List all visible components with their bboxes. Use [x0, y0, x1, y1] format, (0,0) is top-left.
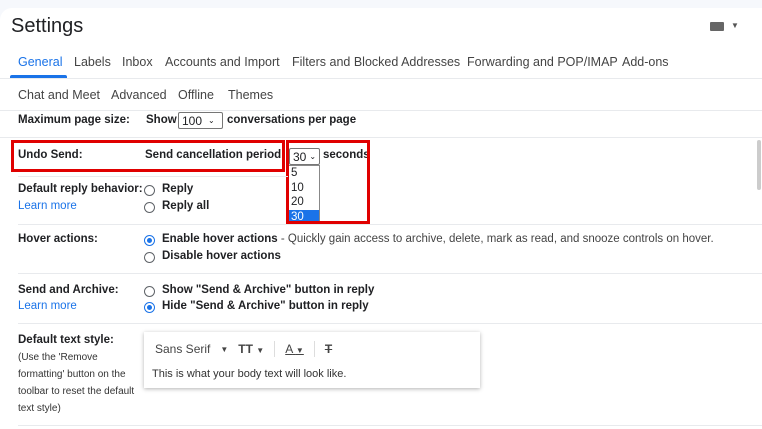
send-archive-label: Send and Archive:	[18, 284, 119, 296]
disable-hover-radio[interactable]	[144, 252, 155, 263]
divider	[0, 137, 762, 138]
page-size-value: 100	[182, 113, 203, 128]
tab-chat-meet[interactable]: Chat and Meet	[18, 88, 100, 102]
hide-send-archive-radio[interactable]	[144, 302, 155, 313]
tab-accounts-import[interactable]: Accounts and Import	[165, 55, 280, 69]
keyboard-icon[interactable]	[710, 22, 724, 31]
text-style-note: (Use the 'Remove formatting' button on t…	[18, 352, 135, 414]
text-size-icon[interactable]: TT ▼	[238, 342, 264, 356]
text-style-label: Default text style:	[18, 334, 114, 346]
hide-send-archive-option: Hide "Send & Archive" button in reply	[162, 300, 369, 312]
max-page-prefix: Show	[146, 114, 177, 126]
tab-filters[interactable]: Filters and Blocked Addresses	[292, 55, 460, 69]
divider	[18, 224, 762, 225]
reply-label: Default reply behavior:	[18, 183, 143, 195]
divider	[18, 425, 762, 426]
divider	[0, 78, 762, 79]
divider	[0, 110, 762, 111]
annotation-box	[11, 140, 285, 172]
reply-radio[interactable]	[144, 185, 155, 196]
font-select[interactable]: Sans Serif	[155, 342, 210, 356]
tab-forwarding[interactable]: Forwarding and POP/IMAP	[467, 55, 618, 69]
enable-hover-radio[interactable]	[144, 235, 155, 246]
reply-all-radio[interactable]	[144, 202, 155, 213]
send-archive-learn-more-link[interactable]: Learn more	[18, 300, 77, 312]
page-title: Settings	[11, 15, 84, 37]
remove-formatting-icon[interactable]: T	[325, 342, 332, 356]
tab-inbox[interactable]: Inbox	[122, 55, 153, 69]
annotation-box	[286, 140, 370, 224]
text-size-glyph: TT	[238, 342, 253, 356]
dropdown-arrow-icon[interactable]: ▼	[731, 21, 739, 30]
tab-offline[interactable]: Offline	[178, 88, 214, 102]
disable-hover-option: Disable hover actions	[162, 250, 281, 262]
tab-advanced[interactable]: Advanced	[111, 88, 167, 102]
enable-hover-option: Enable hover actions - Quickly gain acce…	[162, 233, 714, 245]
divider	[18, 273, 762, 274]
enable-hover-text: Enable hover actions	[162, 233, 278, 245]
toolbar-separator	[313, 341, 315, 357]
hover-label: Hover actions:	[18, 233, 98, 245]
max-page-suffix: conversations per page	[227, 114, 357, 126]
toolbar-separator	[274, 341, 276, 357]
show-send-archive-radio[interactable]	[144, 286, 155, 297]
format-toolbar: Sans Serif ▼ TT ▼ A ▼ T	[155, 341, 332, 357]
text-style-editor: Sans Serif ▼ TT ▼ A ▼ T This is what you…	[144, 332, 480, 388]
text-color-glyph: A	[285, 342, 293, 356]
divider	[18, 323, 762, 324]
tab-labels[interactable]: Labels	[74, 55, 111, 69]
font-dropdown-icon[interactable]: ▼	[220, 345, 228, 354]
max-page-label: Maximum page size:	[18, 114, 130, 126]
divider	[18, 176, 288, 177]
scrollbar[interactable]	[757, 140, 761, 190]
tab-addons[interactable]: Add-ons	[622, 55, 669, 69]
page-size-select[interactable]: 100 ⌄	[178, 112, 223, 129]
chevron-down-icon: ⌄	[208, 116, 215, 125]
enable-hover-desc: - Quickly gain access to archive, delete…	[280, 233, 714, 245]
tab-themes[interactable]: Themes	[228, 88, 273, 102]
tab-general[interactable]: General	[18, 55, 62, 69]
preview-text: This is what your body text will look li…	[152, 368, 347, 380]
reply-option: Reply	[162, 183, 194, 195]
text-color-icon[interactable]: A ▼	[285, 342, 304, 356]
reply-all-option: Reply all	[162, 200, 210, 212]
reply-learn-more-link[interactable]: Learn more	[18, 200, 77, 212]
show-send-archive-option: Show "Send & Archive" button in reply	[162, 284, 375, 296]
